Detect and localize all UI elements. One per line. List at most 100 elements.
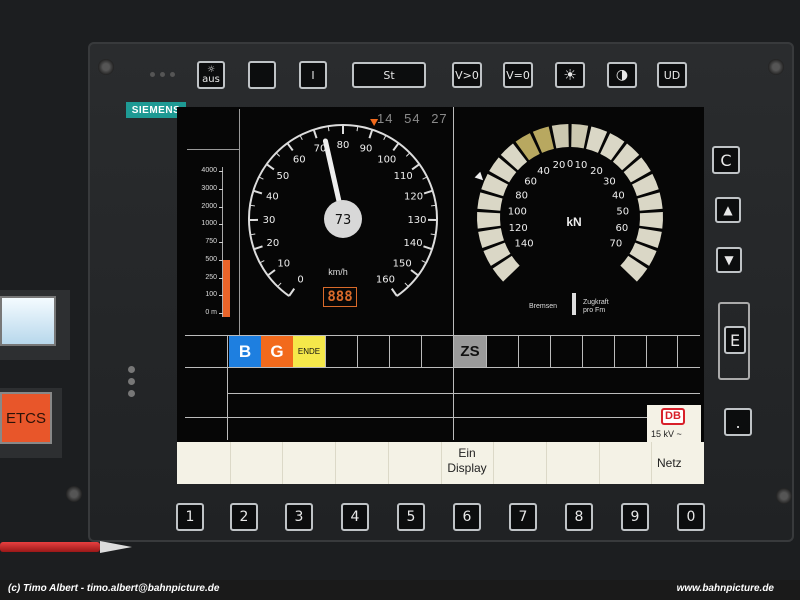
e-button-frame: E [718,302,750,380]
number-button-8[interactable]: 8 [565,503,593,531]
bremsen-label: Bremsen [529,303,558,310]
indicator-cell-divider [421,336,422,367]
number-button-9[interactable]: 9 [621,503,649,531]
v-greater-zero-button[interactable]: V>0 [452,62,482,88]
speed-tick [368,129,374,139]
number-button-4[interactable]: 4 [341,503,369,531]
force-zero-label: 0 [567,159,573,170]
traction-tick-label: 10 [575,160,588,171]
st-button[interactable]: St [352,62,426,88]
speed-tick [259,260,265,264]
speed-tick-label: 90 [360,144,373,155]
up-button[interactable]: ▲ [715,197,741,223]
indicator-cell-divider [550,336,551,367]
grid-line [227,335,228,440]
softkey-divider [598,442,600,484]
number-button-2[interactable]: 2 [230,503,258,531]
number-button-5[interactable]: 5 [397,503,425,531]
force-segment [637,192,663,211]
v-equal-zero-button[interactable]: V=0 [503,62,533,88]
screw [776,488,792,504]
indicator-cell-divider [677,336,678,367]
footer-bar: (c) Timo Albert - timo.albert@bahnpictur… [0,580,800,600]
speed-tick [266,163,275,171]
softkey-divider [387,442,389,484]
zugkraft-label: Zugkraft pro Fm [583,299,609,314]
force-segment [477,192,503,211]
traction-tick-label: 20 [590,166,603,177]
speed-tick-label: 110 [394,171,413,182]
arrow-down-icon: ▼ [724,253,734,267]
traction-tick-label: 50 [616,206,629,217]
current-speed-value: 73 [335,213,352,228]
indicator-cell-divider [614,336,615,367]
force-segment [477,211,501,229]
i-button[interactable]: I [299,61,327,89]
ud-button[interactable]: UD [657,62,687,88]
left-panel-etcs-frame: ETCS [0,388,62,458]
white-lamp-button[interactable] [0,296,56,346]
left-panel-button-frame [0,290,70,360]
speed-tick [423,245,433,251]
blank-button[interactable] [248,61,276,89]
brake-tick-label: 20 [553,160,566,171]
down-button[interactable]: ▼ [716,247,742,273]
brake-tick-label: 100 [508,206,527,217]
indicator-cell-divider [518,336,519,367]
speed-tick-label: 20 [267,238,280,249]
contrast-button[interactable]: ◑ [607,62,637,88]
contrast-icon: ◑ [615,67,629,83]
indicator-ende: ENDE [293,336,325,367]
number-button-1[interactable]: 1 [176,503,204,531]
number-button-7[interactable]: 7 [509,503,537,531]
traction-tick-label: 40 [612,190,625,201]
number-button-3[interactable]: 3 [285,503,313,531]
brake-tick-label: 80 [515,190,528,201]
brake-tick-label: 60 [524,177,537,188]
speed-tick [383,135,387,141]
speed-tick-label: 10 [277,258,290,269]
indicator-cell-divider [486,336,487,367]
indicator-cell-divider [646,336,647,367]
target-speed-marker [370,118,379,126]
indicator-b: B [229,336,261,367]
voltage-label: 15 kV ~ [651,429,682,439]
aus-button[interactable]: ☼ aus [197,61,225,89]
dot-button[interactable]: . [724,408,752,436]
db-logo: DB [661,408,685,425]
brightness-icon: ☀ [563,66,577,84]
softkey-divider [282,442,284,484]
number-button-0[interactable]: 0 [677,503,705,531]
grid-line [185,367,700,368]
speed-tick [258,176,264,180]
e-button[interactable]: E [724,326,746,354]
digital-speed-readout: 888 [323,287,357,307]
speed-tick [299,135,303,141]
website-text: www.bahnpicture.de [676,583,774,594]
speed-tick-label: 130 [407,215,426,226]
ac-wave-icon: ~ [676,429,682,439]
speed-tick [390,288,398,297]
speed-tick [422,176,428,180]
indicator-zs: ZS [454,336,486,367]
brake-tick-label: 140 [515,239,534,250]
etcs-button[interactable]: ETCS [0,392,52,444]
speed-tick-label: 50 [276,171,289,182]
speed-tick [277,282,282,287]
speed-tick-label: 100 [377,154,396,165]
speed-tick-label: 30 [263,215,276,226]
speedometer: 010203040506070 80 90100110120130140150160… [248,118,438,297]
speed-tick-label: 60 [293,154,306,165]
brake-tick-label: 40 [537,166,550,177]
indicator-cell-divider [325,336,326,367]
speed-tick-label: 160 [376,275,395,286]
brightness-button[interactable]: ☀ [555,62,585,88]
speed-tick [410,269,419,277]
force-unit-label: kN [566,215,582,229]
number-button-6[interactable]: 6 [453,503,481,531]
speed-tick [253,245,263,251]
status-bar: Ein Display Netz [177,442,704,484]
traction-tick-label: 60 [615,223,628,234]
speed-tick [253,189,263,195]
c-button[interactable]: C [712,146,740,174]
